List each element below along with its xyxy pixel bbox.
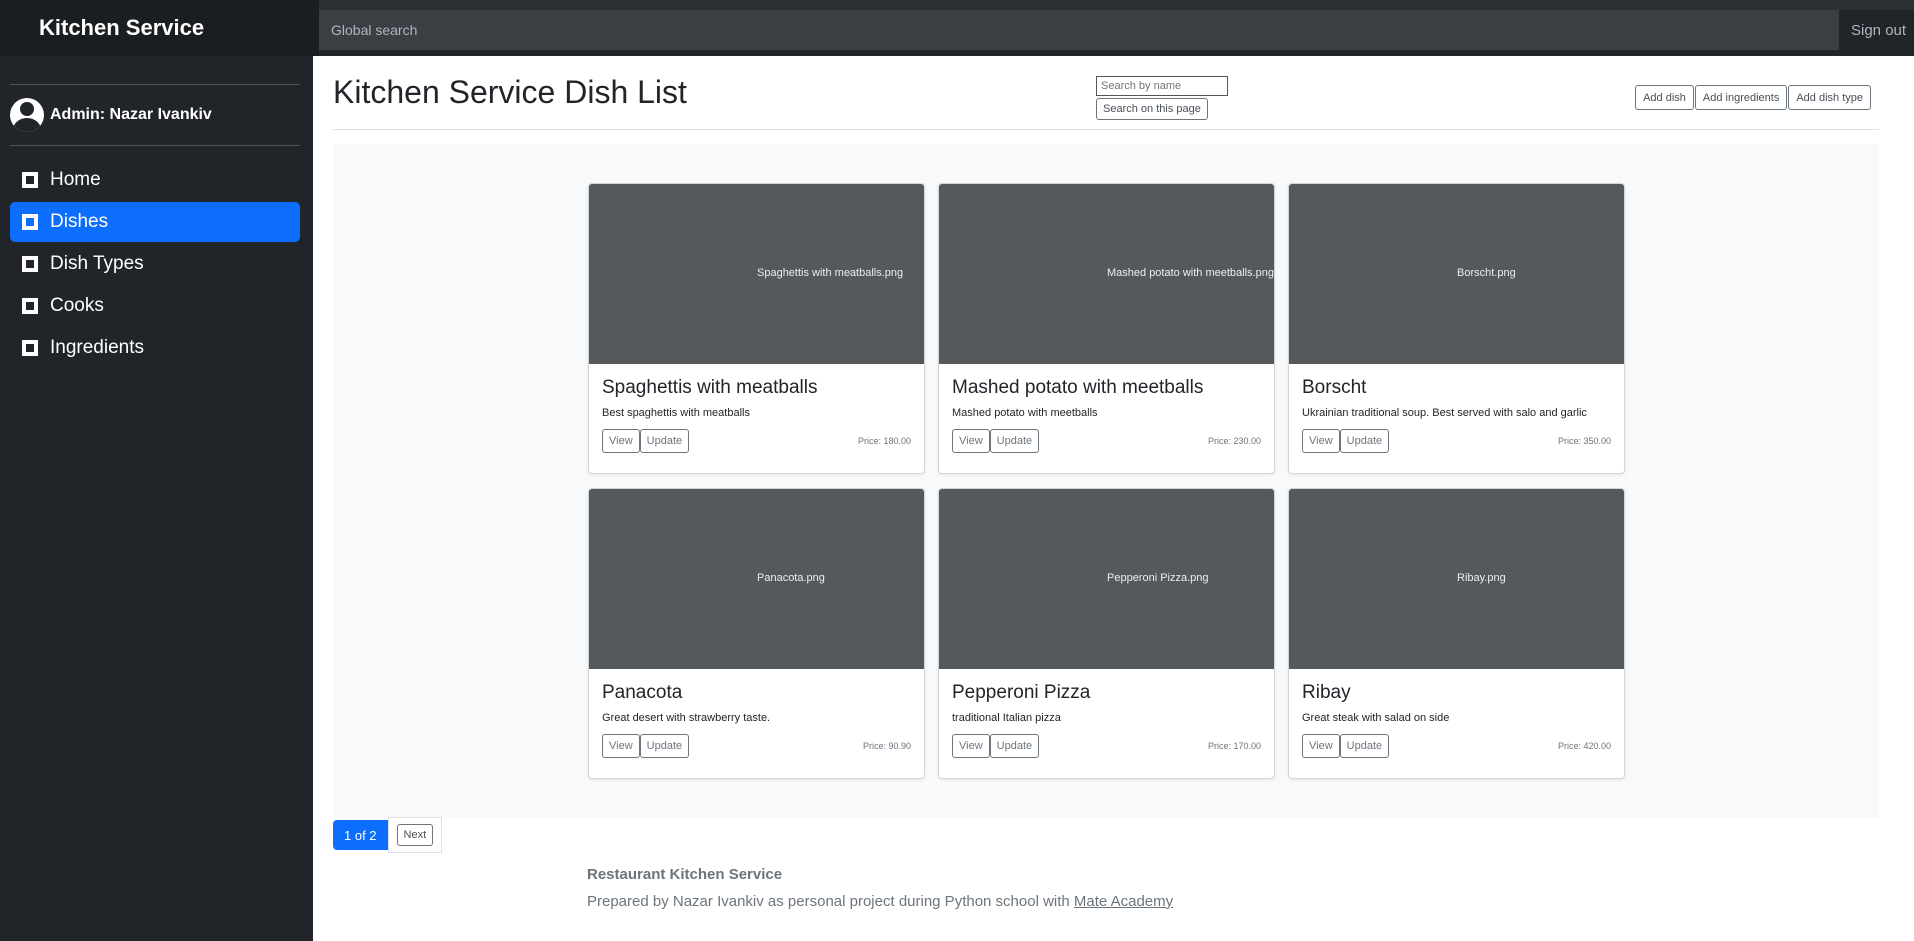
dish-card: Panacota.png Panacota Great desert with … — [588, 488, 925, 779]
home-icon — [22, 172, 38, 188]
dish-description: Ukrainian traditional soup. Best served … — [1302, 407, 1587, 419]
dish-card: Borscht.png Borscht Ukrainian traditiona… — [1288, 183, 1625, 474]
add-ingredients-button[interactable]: Add ingredients — [1694, 85, 1788, 110]
view-button[interactable]: View — [952, 734, 990, 758]
view-button[interactable]: View — [1302, 429, 1340, 453]
dish-price: Price: 180.00 — [857, 436, 911, 446]
dish-title: Ribay — [1302, 682, 1351, 703]
dish-title: Panacota — [602, 682, 683, 703]
pagination: 1 of 2 Next — [333, 817, 443, 853]
view-button[interactable]: View — [952, 429, 990, 453]
top-navbar: Kitchen Service Global search Sign out — [0, 0, 1914, 56]
user-name: Admin: Nazar Ivankiv — [50, 106, 212, 123]
sidebar-item-dishes[interactable]: Dishes — [10, 202, 300, 242]
dish-card: Mashed potato with meetballs.png Mashed … — [938, 183, 1275, 474]
view-button[interactable]: View — [602, 734, 640, 758]
cooks-icon — [22, 298, 38, 314]
divider — [333, 129, 1879, 130]
dish-title: Spaghettis with meatballs — [602, 377, 818, 398]
dish-price: Price: 170.00 — [1207, 741, 1261, 751]
footer-text: Prepared by Nazar Ivankiv as personal pr… — [587, 893, 1074, 910]
mate-academy-link[interactable]: Mate Academy — [1074, 893, 1173, 910]
update-button[interactable]: Update — [639, 429, 690, 453]
dish-price: Price: 350.00 — [1557, 436, 1611, 446]
update-button[interactable]: Update — [989, 734, 1040, 758]
update-button[interactable]: Update — [1339, 429, 1390, 453]
view-button[interactable]: View — [602, 429, 640, 453]
sidebar-item-ingredients[interactable]: Ingredients — [10, 328, 300, 368]
dish-image-filename: Pepperoni Pizza.png — [1107, 572, 1209, 584]
dish-description: Best spaghettis with meatballs — [602, 407, 750, 419]
dish-image: Borscht.png — [1289, 184, 1624, 364]
next-page-button[interactable]: Next — [396, 824, 434, 846]
user-profile: Admin: Nazar Ivankiv — [10, 84, 300, 146]
sidebar-item-label: Dishes — [50, 211, 109, 232]
dish-title: Borscht — [1302, 377, 1367, 398]
user-avatar-icon — [10, 98, 44, 132]
sidebar-item-label: Cooks — [50, 295, 104, 316]
dish-image: Spaghettis with meatballs.png — [589, 184, 924, 364]
dish-image: Mashed potato with meetballs.png — [939, 184, 1274, 364]
dishes-icon — [22, 214, 38, 230]
dish-image-filename: Borscht.png — [1457, 267, 1516, 279]
update-button[interactable]: Update — [639, 734, 690, 758]
dish-image-filename: Spaghettis with meatballs.png — [757, 267, 904, 279]
dish-price: Price: 90.90 — [862, 741, 911, 751]
current-page-indicator: 1 of 2 — [333, 820, 388, 850]
brand-logo[interactable]: Kitchen Service — [0, 0, 319, 56]
dish-image: Panacota.png — [589, 489, 924, 669]
search-by-name-input[interactable] — [1096, 76, 1228, 96]
dish-image: Pepperoni Pizza.png — [939, 489, 1274, 669]
action-buttons: Add dish Add ingredients Add dish type — [1634, 85, 1871, 110]
dish-price: Price: 230.00 — [1207, 436, 1261, 446]
dish-price: Price: 420.00 — [1557, 741, 1611, 751]
sidebar: Admin: Nazar Ivankiv Home Dishes Dish Ty… — [0, 56, 313, 941]
search-on-page-button[interactable]: Search on this page — [1096, 98, 1208, 120]
add-dish-button[interactable]: Add dish — [1635, 85, 1694, 110]
page-title: Kitchen Service Dish List — [333, 74, 687, 110]
dish-image: Ribay.png — [1289, 489, 1624, 669]
footer-title: Restaurant Kitchen Service — [587, 866, 783, 883]
dish-description: Great steak with salad on side — [1302, 712, 1450, 724]
dish-description: traditional Italian pizza — [952, 712, 1061, 724]
dish-description: Mashed potato with meetballs — [952, 407, 1098, 419]
sidebar-nav: Home Dishes Dish Types Cooks Ingredients — [10, 160, 300, 370]
dish-card: Ribay.png Ribay Great steak with salad o… — [1288, 488, 1625, 779]
ingredients-icon — [22, 340, 38, 356]
sidebar-item-cooks[interactable]: Cooks — [10, 286, 300, 326]
view-button[interactable]: View — [1302, 734, 1340, 758]
footer: Restaurant Kitchen Service Prepared by N… — [587, 866, 1173, 910]
update-button[interactable]: Update — [989, 429, 1040, 453]
sidebar-item-dish-types[interactable]: Dish Types — [10, 244, 300, 284]
sidebar-item-label: Home — [50, 169, 101, 190]
dish-types-icon — [22, 256, 38, 272]
dish-image-filename: Ribay.png — [1457, 572, 1506, 584]
main-content: Kitchen Service Dish List Search on this… — [333, 56, 1879, 941]
sidebar-item-home[interactable]: Home — [10, 160, 300, 200]
update-button[interactable]: Update — [1339, 734, 1390, 758]
sign-out-link[interactable]: Sign out — [1851, 22, 1906, 39]
dish-card: Pepperoni Pizza.png Pepperoni Pizza trad… — [938, 488, 1275, 779]
dish-card: Spaghettis with meatballs.png Spaghettis… — [588, 183, 925, 474]
dish-title: Mashed potato with meetballs — [952, 377, 1204, 398]
dish-image-filename: Panacota.png — [757, 572, 825, 584]
sidebar-item-label: Dish Types — [50, 253, 144, 274]
add-dish-type-button[interactable]: Add dish type — [1788, 85, 1871, 110]
sidebar-item-label: Ingredients — [50, 337, 145, 358]
global-search-input[interactable]: Global search — [319, 10, 1839, 50]
dish-description: Great desert with strawberry taste. — [602, 712, 771, 724]
dish-cards-grid: Spaghettis with meatballs.png Spaghettis… — [333, 144, 1879, 818]
search-form: Search on this page — [1096, 76, 1228, 120]
dish-image-filename: Mashed potato with meetballs.png — [1107, 267, 1274, 279]
dish-title: Pepperoni Pizza — [952, 682, 1091, 703]
